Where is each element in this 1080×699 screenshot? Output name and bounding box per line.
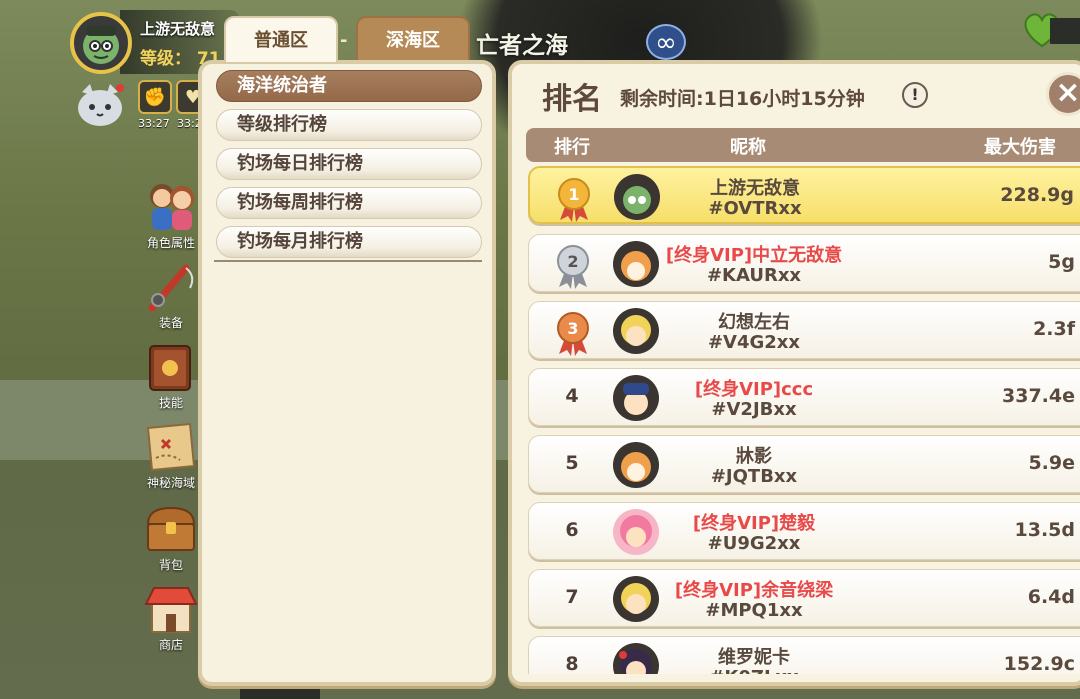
category-ocean-ruler[interactable]: 海洋统治者 — [216, 70, 482, 102]
side-menu-label: 商店 — [158, 638, 183, 652]
leaderboard-category-panel: 海洋统治者 等级排行榜 钓场每日排行榜 钓场每周排行榜 钓场每月排行榜 — [198, 60, 496, 686]
side-menu-shop[interactable]: 商店 — [136, 580, 206, 653]
ranking-title: 排名 — [542, 82, 602, 117]
side-menu-label: 装备 — [158, 316, 183, 330]
ranking-panel: 排名 剩余时间:1日16小时15分钟 ! 排行 昵称 最大伤害 1 上游无敌意 … — [508, 60, 1080, 686]
player-nickname: 幻想左右 — [718, 312, 790, 333]
ranking-row-8[interactable]: 8 维罗妮卡 #K0ZLxx 152.9c — [528, 636, 1080, 674]
ranking-list[interactable]: 1 上游无敌意 #OVTRxx 228.9g 2 [终身VIP]中立无敌意 #K… — [526, 164, 1080, 674]
category-level-ranking[interactable]: 等级排行榜 — [216, 109, 482, 141]
zone-tab-separator: - — [340, 30, 348, 51]
player-id: #KAURxx — [706, 265, 802, 286]
top-right-bar — [1050, 18, 1080, 44]
player-nickname: 上游无敌意 — [710, 178, 800, 199]
player-nickname: 维罗妮卡 — [718, 647, 790, 668]
cat-pet-icon[interactable] — [74, 82, 126, 128]
category-weekly-ranking[interactable]: 钓场每周排行榜 — [216, 187, 482, 219]
player-nickname: 牀影 — [736, 446, 772, 467]
shop-icon — [144, 587, 198, 633]
rank-number: 7 — [565, 586, 579, 608]
skill-book-icon — [149, 345, 191, 391]
player-name: 上游无敌意 — [140, 20, 216, 38]
player-id: #K0ZLxx — [639, 667, 869, 674]
treasure-map-icon — [146, 422, 196, 472]
column-nickname: 昵称 — [730, 137, 766, 158]
tab-normal-zone[interactable]: 普通区 — [224, 16, 338, 64]
max-damage-value: 152.9c — [1003, 653, 1075, 674]
player-avatar[interactable] — [70, 12, 132, 74]
zombie-avatar-icon — [83, 26, 119, 64]
side-menu-bag[interactable]: 背包 — [136, 500, 206, 573]
ranking-row-4[interactable]: 4 [终身VIP]ccc #V2JBxx 337.4e — [528, 368, 1080, 426]
silver-medal-icon: 2 — [557, 245, 589, 289]
category-daily-ranking[interactable]: 钓场每日排行榜 — [216, 148, 482, 180]
fishing-rod-icon — [148, 264, 194, 312]
bronze-medal-icon: 3 — [557, 312, 589, 356]
max-damage-value: 228.9g — [1000, 184, 1074, 206]
side-menu-equipment[interactable]: 装备 — [136, 258, 206, 331]
ranking-row-3[interactable]: 3 幻想左右 #V4G2xx 2.3f — [528, 301, 1080, 359]
medal-rank-number: 1 — [568, 185, 579, 204]
characters-icon — [150, 184, 194, 230]
player-nickname: [终身VIP]楚毅 — [692, 513, 816, 534]
tab-deep-sea[interactable]: 深海区 — [356, 16, 470, 64]
player-id: #MPQ1xx — [705, 600, 803, 621]
player-nickname: [终身VIP]ccc — [694, 379, 814, 400]
player-id: #V4G2xx — [707, 332, 801, 353]
rank-number: 6 — [565, 519, 579, 541]
side-menu-label: 技能 — [158, 396, 183, 410]
treasure-chest-icon — [146, 506, 196, 551]
buff-timer: 33:27 — [138, 117, 170, 130]
ranking-row-7[interactable]: 7 [终身VIP]余音绕梁 #MPQ1xx 6.4d — [528, 569, 1080, 627]
info-icon[interactable]: ! — [902, 82, 928, 108]
column-max-damage: 最大伤害 — [984, 137, 1056, 158]
ranking-row-2[interactable]: 2 [终身VIP]中立无敌意 #KAURxx 5g — [528, 234, 1080, 292]
player-nickname: [终身VIP]中立无敌意 — [665, 245, 843, 266]
rank-number: 5 — [565, 452, 579, 474]
max-damage-value: 6.4d — [1027, 586, 1075, 608]
ranking-row-6[interactable]: 6 [终身VIP]楚毅 #U9G2xx 13.5d — [528, 502, 1080, 560]
max-damage-value: 337.4e — [1002, 385, 1075, 407]
max-damage-value: 5g — [1048, 251, 1075, 273]
side-menu-mystery-sea[interactable]: 神秘海域 — [136, 418, 206, 491]
side-menu-characters[interactable]: 角色属性 — [136, 178, 206, 251]
rank-number: 4 — [565, 385, 579, 407]
medal-rank-number: 3 — [567, 319, 578, 338]
medal-rank-number: 2 — [567, 252, 578, 271]
player-id: #V2JBxx — [711, 399, 797, 420]
ranking-row-5[interactable]: 5 牀影 #JQTBxx 5.9e — [528, 435, 1080, 493]
side-menu-label: 背包 — [158, 558, 183, 572]
gold-medal-icon: 1 — [558, 178, 590, 222]
max-damage-value: 5.9e — [1028, 452, 1075, 474]
ranking-countdown: 剩余时间:1日16小时15分钟 — [620, 88, 865, 110]
max-damage-value: 2.3f — [1033, 318, 1075, 340]
rank-number: 8 — [565, 653, 579, 674]
ranking-row-1[interactable]: 1 上游无敌意 #OVTRxx 228.9g — [528, 166, 1080, 224]
player-nickname: [终身VIP]余音绕梁 — [674, 580, 834, 601]
player-id: #U9G2xx — [707, 533, 801, 554]
zone-name: 亡者之海 — [476, 33, 568, 59]
side-menu-label: 角色属性 — [146, 236, 195, 250]
fist-buff-icon[interactable]: ✊ — [138, 80, 172, 114]
side-menu-skills[interactable]: 技能 — [136, 338, 206, 411]
category-divider — [214, 260, 482, 262]
player-id: #OVTRxx — [708, 198, 802, 219]
category-monthly-ranking[interactable]: 钓场每月排行榜 — [216, 226, 482, 258]
side-menu-label: 神秘海域 — [146, 476, 195, 490]
infinity-icon[interactable]: ∞ — [646, 24, 686, 60]
max-damage-value: 13.5d — [1014, 519, 1075, 541]
player-id: #JQTBxx — [710, 466, 798, 487]
ranking-column-header: 排行 昵称 最大伤害 — [526, 128, 1080, 162]
column-rank: 排行 — [554, 137, 590, 158]
